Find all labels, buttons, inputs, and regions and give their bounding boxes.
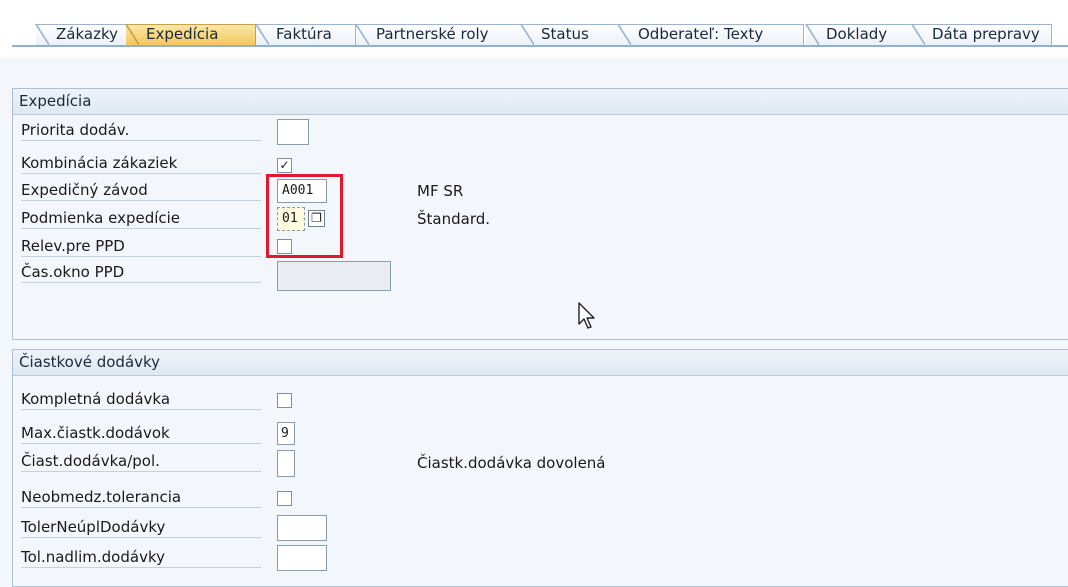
highlight-box-plant-condition — [266, 174, 343, 258]
order-combination-label: Kombinácia zákaziek — [21, 154, 261, 174]
unlimited-tolerance-label: Neobmedz.tolerancia — [21, 488, 261, 508]
max-partial-deliveries-label: Max.čiastk.dodávok — [21, 424, 261, 444]
delivery-priority-label: Priorita dodáv. — [21, 121, 261, 141]
underdelivery-tolerance-row: TolerNeúplDodávky — [13, 515, 1068, 541]
tab-status[interactable]: Status — [520, 24, 621, 46]
complete-delivery-checkbox[interactable] — [277, 393, 292, 408]
tab-orders[interactable]: Zákazky — [35, 24, 138, 46]
shipping-plant-label: Expedičný závod — [21, 181, 261, 201]
ppd-relevant-row: Relev.pre PPD — [13, 235, 1068, 257]
ppd-relevant-label: Relev.pre PPD — [21, 237, 261, 257]
ppd-window-label: Čas.okno PPD — [21, 263, 261, 283]
max-partial-deliveries-row: Max.čiastk.dodávok 9 — [13, 422, 1068, 445]
underdelivery-tolerance-label: TolerNeúplDodávky — [21, 518, 261, 538]
tab-transport-data[interactable]: Dáta prepravy — [911, 24, 1052, 46]
complete-delivery-label: Kompletná dodávka — [21, 390, 261, 410]
shipping-plant-row: Expedičný závod A001 MF SR — [13, 179, 1068, 203]
overdelivery-tolerance-row: Tol.nadlim.dodávky — [13, 545, 1068, 571]
ppd-window-row: Čas.okno PPD — [13, 261, 1068, 291]
shipping-group: Expedícia Priorita dodáv. Kombinácia zák… — [12, 88, 1068, 340]
shipping-group-title: Expedícia — [13, 89, 1068, 115]
tab-partner-roles[interactable]: Partnerské roly — [355, 24, 528, 46]
shipping-plant-description: MF SR — [417, 182, 464, 200]
max-partial-deliveries-input[interactable]: 9 — [277, 422, 295, 445]
order-combination-checkbox[interactable]: ✓ — [277, 158, 292, 173]
shipping-condition-label: Podmienka expedície — [21, 209, 261, 229]
unlimited-tolerance-row: Neobmedz.tolerancia — [13, 486, 1068, 508]
overdelivery-tolerance-input[interactable] — [277, 545, 327, 571]
complete-delivery-row: Kompletná dodávka — [13, 388, 1068, 410]
tab-documents[interactable]: Doklady — [805, 24, 914, 46]
partial-delivery-per-item-description: Čiastk.dodávka dovolená — [417, 454, 606, 472]
overdelivery-tolerance-label: Tol.nadlim.dodávky — [21, 548, 261, 568]
underdelivery-tolerance-input[interactable] — [277, 515, 327, 541]
shipping-condition-description: Štandard. — [417, 210, 491, 228]
tab-billing[interactable]: Faktúra — [255, 24, 356, 46]
partial-delivery-per-item-label: Čiast.dodávka/pol. — [21, 452, 261, 472]
partial-delivery-per-item-row: Čiast.dodávka/pol. Čiastk.dodávka dovole… — [13, 450, 1068, 477]
delivery-priority-row: Priorita dodáv. — [13, 119, 1068, 145]
tab-customer-texts[interactable]: Odberateľ: Texty — [617, 24, 804, 46]
tab-strip-baseline — [12, 45, 1068, 47]
mouse-pointer-icon — [578, 302, 595, 329]
tab-strip: Zákazky Expedícia Faktúra Partnerské rol… — [0, 0, 1068, 58]
order-combination-row: Kombinácia zákaziek ✓ — [13, 152, 1068, 174]
shipping-condition-row: Podmienka expedície 01 ❐ Štandard. — [13, 207, 1068, 231]
partial-deliveries-group-title: Čiastkové dodávky — [13, 350, 1068, 376]
unlimited-tolerance-checkbox[interactable] — [277, 491, 292, 506]
delivery-priority-input[interactable] — [277, 119, 309, 145]
partial-delivery-per-item-input[interactable] — [277, 450, 295, 477]
partial-deliveries-group: Čiastkové dodávky Kompletná dodávka Max.… — [12, 349, 1068, 587]
tab-shipping[interactable]: Expedícia — [125, 24, 256, 46]
ppd-window-input — [277, 261, 391, 291]
